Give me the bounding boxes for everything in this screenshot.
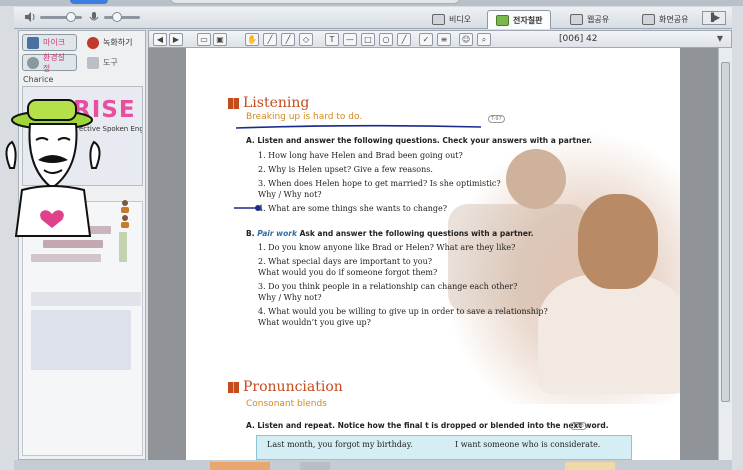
collapse-button[interactable]: ▐▶ <box>702 11 726 25</box>
document-viewport[interactable]: Listening Breaking up is hard to do. T-9… <box>148 48 732 460</box>
taskbar-accent <box>565 462 615 470</box>
hand-icon[interactable]: ✋ <box>245 33 259 46</box>
pair-work-instruction: B. Pair work Ask and answer the followin… <box>246 229 534 238</box>
stamp-icon[interactable]: ☺ <box>459 33 473 46</box>
microphone-icon <box>27 36 39 49</box>
example-sentence-box: Last month, you forgot my birthday. I wa… <box>256 435 632 460</box>
mic-button[interactable]: 마이크 <box>22 34 77 51</box>
list-item: 4. What would you be willing to give up … <box>258 307 548 316</box>
user-avatar-icon <box>121 215 129 228</box>
check-icon[interactable]: ✓ <box>419 33 433 46</box>
taskbar-accent <box>300 462 330 470</box>
line-width-icon[interactable]: ≡ <box>437 33 451 46</box>
list-item: What would you do if someone forgot them… <box>258 268 438 277</box>
record-button[interactable]: 녹화하기 <box>83 34 143 51</box>
bottom-bar <box>14 460 732 470</box>
toolbox-icon <box>87 56 99 69</box>
list-item: Why / Why not? <box>258 190 322 199</box>
list-item: 1. Do you know anyone like Brad or Helen… <box>258 243 516 252</box>
pronunciation-instruction-a: A. Listen and repeat. Notice how the fin… <box>246 421 609 430</box>
speaker-icon[interactable] <box>24 12 36 22</box>
monitor-icon <box>642 14 655 25</box>
video-icon <box>432 14 445 25</box>
tab-whiteboard[interactable]: 전자칠판 <box>487 10 552 29</box>
blurred-user <box>31 310 131 370</box>
settings-button[interactable]: 환경설정 <box>22 53 77 73</box>
chevron-down-icon[interactable]: ▼ <box>717 34 723 43</box>
save-icon[interactable]: ▣ <box>213 33 227 46</box>
tab-web-share[interactable]: 웹공유 <box>562 10 617 29</box>
ellipse-tool-icon[interactable]: ○ <box>379 33 393 46</box>
left-panel: 마이크 녹화하기 환경설정 도구 Charice RISE ective Spo… <box>18 30 146 460</box>
page-selector[interactable]: [006] 42 <box>559 34 598 44</box>
participant-list[interactable] <box>22 200 143 456</box>
pronunciation-heading: Pronunciation <box>228 379 343 395</box>
document-page[interactable]: Listening Breaking up is hard to do. T-9… <box>186 48 680 460</box>
vertical-scrollbar[interactable] <box>718 48 732 460</box>
top-toolbar: 비디오 전자칠판 웹공유 화면공유 ▐▶ <box>14 7 732 29</box>
list-item: 2. What special days are important to yo… <box>258 257 433 266</box>
whiteboard-toolbar: ◀ ▶ ▭ ▣ ✋ ╱ ╱ ◇ T — □ ○ ╱ ✓ ≡ ☺ ⌕ [006] … <box>148 30 732 48</box>
web-icon <box>570 14 583 25</box>
list-item: 3. When does Helen hope to get married? … <box>258 179 501 188</box>
mic-volume-icon[interactable] <box>88 12 100 22</box>
taskbar-accent <box>210 462 270 470</box>
list-item: 4. What are some things she wants to cha… <box>258 204 448 213</box>
line-tool-icon[interactable]: — <box>343 33 357 46</box>
tab-screen-share[interactable]: 화면공유 <box>634 10 696 29</box>
pen-icon <box>496 14 509 26</box>
blurred-user <box>43 240 103 248</box>
color-picker-icon[interactable]: ╱ <box>397 33 411 46</box>
section-icon <box>228 381 239 393</box>
cartoon-character-avatar <box>5 99 101 237</box>
notice-bar <box>170 0 460 4</box>
example-sentence-right: I want someone who is considerate. <box>455 440 601 449</box>
highlighter-icon[interactable]: ╱ <box>281 33 295 46</box>
eraser-icon[interactable]: ◇ <box>299 33 313 46</box>
listening-instruction-a: A. Listen and answer the following quest… <box>246 136 593 145</box>
cd-track-icon: T-98 <box>570 422 587 430</box>
record-icon <box>87 36 99 49</box>
list-item: 2. Why is Helen upset? Give a few reason… <box>258 165 433 174</box>
listening-heading: Listening <box>228 95 309 111</box>
cd-track-icon: T-97 <box>488 115 505 123</box>
list-item: 1. How long have Helen and Brad been goi… <box>258 151 463 160</box>
pen-tool-icon[interactable]: ╱ <box>263 33 277 46</box>
rectangle-tool-icon[interactable]: □ <box>361 33 375 46</box>
list-item: Why / Why not? <box>258 293 322 302</box>
section-icon <box>228 97 239 109</box>
listening-subtitle: Breaking up is hard to do. <box>246 112 363 122</box>
next-page-button[interactable]: ▶ <box>169 33 183 46</box>
mic-volume-slider[interactable] <box>104 12 140 22</box>
open-folder-icon[interactable]: ▭ <box>197 33 211 46</box>
zoom-icon[interactable]: ⌕ <box>477 33 491 46</box>
app-logo <box>70 0 108 4</box>
list-item: What wouldn’t you give up? <box>258 318 371 327</box>
pen-annotation-arrow <box>234 205 261 211</box>
prev-page-button[interactable]: ◀ <box>153 33 167 46</box>
blurred-status <box>119 232 127 262</box>
pronunciation-subtitle: Consonant blends <box>246 399 327 409</box>
couple-photo <box>448 134 680 404</box>
speaker-volume-slider[interactable] <box>40 12 82 22</box>
tab-video[interactable]: 비디오 <box>424 10 479 29</box>
user-avatar-icon <box>121 200 129 213</box>
list-item: 3. Do you think people in a relationship… <box>258 282 518 291</box>
blurred-user <box>31 254 101 262</box>
gear-icon <box>27 56 39 69</box>
tools-button[interactable]: 도구 <box>83 54 143 71</box>
example-sentence-left: Last month, you forgot my birthday. <box>267 440 413 449</box>
title-strip <box>0 0 743 6</box>
participant-name: Charice <box>23 75 54 84</box>
text-tool-icon[interactable]: T <box>325 33 339 46</box>
pen-annotation-underline <box>236 124 481 129</box>
blurred-user <box>31 292 141 306</box>
